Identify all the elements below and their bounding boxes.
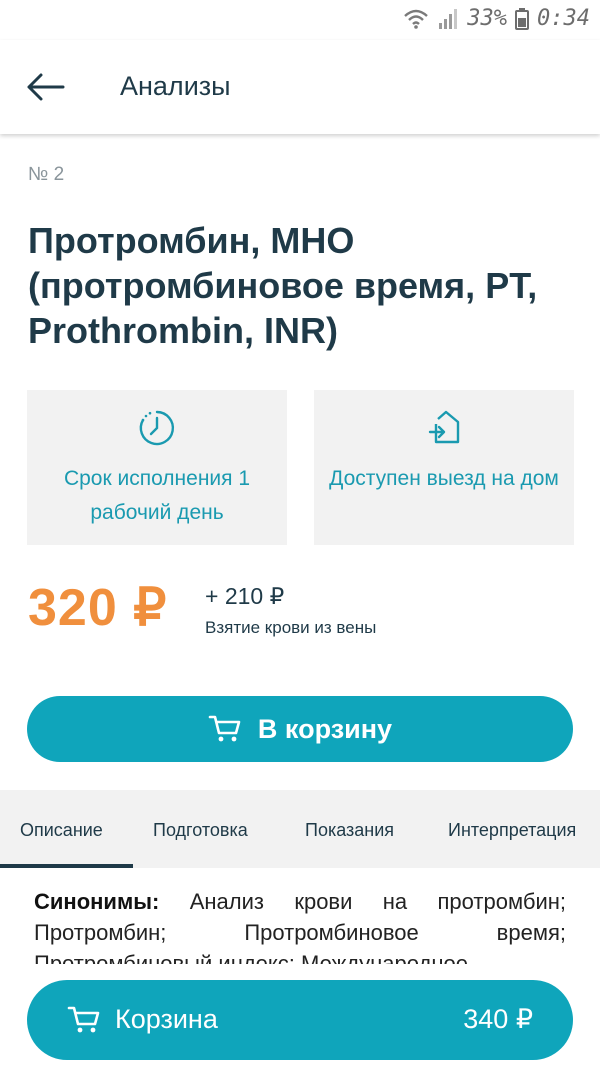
clock-icon	[139, 410, 175, 446]
add-to-cart-button[interactable]: В корзину	[27, 696, 573, 762]
tab-preparation[interactable]: Подготовка	[153, 820, 248, 841]
active-tab-indicator	[0, 864, 133, 868]
extra-price-label: Взятие крови из вены	[205, 618, 377, 637]
basket-label: Корзина	[115, 1004, 218, 1034]
status-icons: 33% 0:34	[403, 6, 590, 31]
tabs-bar: Описание Подготовка Показания Интерпрета…	[0, 790, 600, 868]
info-card-duration-text: Срок исполнения 1 рабочий день	[63, 467, 251, 524]
description-text: Синонимы: Анализ крови на протромбин; Пр…	[34, 886, 566, 964]
signal-icon	[439, 8, 458, 29]
test-number: № 2	[28, 164, 65, 185]
basket-button[interactable]: Корзина 340 ₽	[27, 980, 573, 1060]
arrow-left-icon	[27, 73, 65, 101]
synonyms-label: Синонимы:	[34, 889, 160, 914]
wifi-icon	[404, 9, 429, 29]
price: 320 ₽	[28, 579, 168, 637]
add-to-cart-label: В корзину	[257, 713, 393, 744]
back-button[interactable]	[18, 62, 72, 112]
app-bar: Анализы	[0, 40, 600, 134]
tab-description[interactable]: Описание	[20, 820, 103, 841]
cart-icon	[67, 1006, 100, 1033]
clock-time: 0:34	[537, 6, 590, 31]
tab-interpretation[interactable]: Интерпретация	[448, 820, 576, 841]
page-title: Анализы	[120, 71, 231, 101]
extra-price: + 210 ₽	[205, 583, 285, 609]
info-card-home-visit-text: Доступен выезд на дом	[329, 467, 559, 490]
basket-total: 340 ₽	[463, 1004, 533, 1034]
status-bar: 33% 0:34	[0, 0, 600, 40]
info-card-duration: Срок исполнения 1 рабочий день	[27, 390, 287, 545]
tab-indications[interactable]: Показания	[305, 820, 394, 841]
info-card-home-visit: Доступен выезд на дом	[314, 390, 574, 545]
test-title: Протромбин, МНО (протромбиновое время, P…	[28, 220, 538, 351]
battery-icon	[515, 7, 530, 30]
cart-icon	[208, 715, 241, 742]
battery-percent: 33%	[467, 6, 508, 31]
home-arrow-icon	[428, 410, 460, 444]
